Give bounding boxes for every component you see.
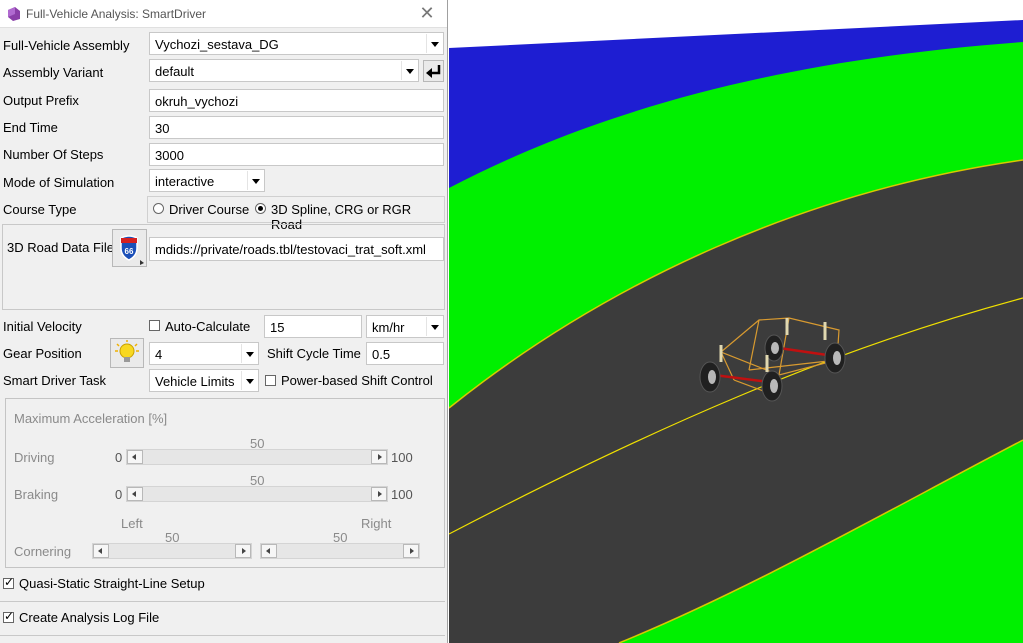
variant-value: default bbox=[155, 64, 195, 79]
initial-velocity-input[interactable]: 15 bbox=[264, 315, 362, 338]
gear-value: 4 bbox=[155, 347, 163, 362]
initial-velocity-row: Initial Velocity Auto-Calculate 15 km/hr bbox=[0, 313, 447, 340]
auto-calculate-checkbox[interactable] bbox=[149, 320, 160, 331]
chevron-down-icon[interactable] bbox=[247, 171, 263, 190]
browse-road-button[interactable]: 66 bbox=[112, 229, 147, 267]
cornering-right-label: Right bbox=[361, 516, 392, 531]
3d-viewport[interactable] bbox=[449, 0, 1023, 643]
task-row: Smart Driver Task Vehicle Limits Power-b… bbox=[0, 367, 447, 394]
slider-left-icon[interactable] bbox=[93, 544, 109, 558]
close-icon[interactable]: ✕ bbox=[417, 3, 437, 24]
velocity-unit-value: km/hr bbox=[372, 320, 405, 335]
divider bbox=[0, 601, 445, 602]
mode-label: Mode of Simulation bbox=[3, 175, 115, 190]
variant-select[interactable]: default bbox=[149, 59, 419, 82]
assembly-value: Vychozi_sestava_DG bbox=[155, 37, 279, 52]
chevron-down-icon[interactable] bbox=[241, 371, 257, 390]
gear-label: Gear Position bbox=[3, 346, 82, 361]
task-select[interactable]: Vehicle Limits bbox=[149, 369, 259, 392]
slider-right-icon[interactable] bbox=[371, 487, 387, 501]
lightbulb-icon bbox=[115, 340, 139, 362]
variant-label: Assembly Variant bbox=[3, 65, 104, 80]
chevron-down-icon[interactable] bbox=[401, 61, 417, 80]
shift-cycle-label: Shift Cycle Time bbox=[267, 346, 361, 361]
braking-min: 0 bbox=[115, 487, 123, 502]
mode-row: Mode of Simulation interactive bbox=[0, 169, 447, 196]
log-file-label: Create Analysis Log File bbox=[19, 610, 160, 625]
variant-row: Assembly Variant default bbox=[0, 59, 447, 86]
cornering-left-slider[interactable] bbox=[92, 543, 252, 559]
chevron-down-icon[interactable] bbox=[241, 344, 257, 363]
slider-left-icon[interactable] bbox=[261, 544, 277, 558]
enter-button[interactable] bbox=[423, 60, 444, 82]
title-bar: Full-Vehicle Analysis: SmartDriver ✕ bbox=[0, 0, 447, 28]
velocity-unit-select[interactable]: km/hr bbox=[366, 315, 444, 338]
shift-cycle-input[interactable]: 0.5 bbox=[366, 342, 444, 365]
driving-slider[interactable] bbox=[126, 449, 388, 465]
end-time-label: End Time bbox=[3, 120, 58, 135]
chevron-down-icon[interactable] bbox=[426, 34, 442, 53]
braking-slider[interactable] bbox=[126, 486, 388, 502]
log-file-checkbox[interactable] bbox=[3, 609, 14, 623]
end-time-input[interactable]: 30 bbox=[149, 116, 444, 139]
cornering-right-slider[interactable] bbox=[260, 543, 420, 559]
course-type-group: Driver Course 3D Spline, CRG or RGR Road bbox=[147, 196, 445, 232]
braking-label: Braking bbox=[14, 487, 59, 502]
output-prefix-row: Output Prefix okruh_vychozi bbox=[0, 87, 447, 114]
max-accel-group: Maximum Acceleration [%] 50 Driving 0 10… bbox=[5, 398, 445, 568]
course-type-label: Course Type bbox=[3, 202, 77, 217]
task-label: Smart Driver Task bbox=[3, 373, 107, 388]
app-icon bbox=[8, 7, 20, 21]
output-prefix-label: Output Prefix bbox=[3, 93, 79, 108]
driving-label: Driving bbox=[14, 450, 55, 465]
driver-course-radio[interactable] bbox=[153, 203, 164, 214]
power-shift-label: Power-based Shift Control bbox=[281, 373, 433, 388]
steps-input[interactable]: 3000 bbox=[149, 143, 444, 166]
gear-help-button[interactable] bbox=[110, 338, 144, 368]
dialog-title: Full-Vehicle Analysis: SmartDriver bbox=[26, 7, 207, 21]
mode-value: interactive bbox=[155, 174, 215, 189]
quasi-static-label: Quasi-Static Straight-Line Setup bbox=[19, 576, 205, 591]
slider-right-icon[interactable] bbox=[403, 544, 419, 558]
initial-velocity-label: Initial Velocity bbox=[3, 319, 82, 334]
enter-arrow-icon bbox=[426, 65, 441, 78]
quasi-static-checkbox[interactable] bbox=[3, 575, 14, 589]
power-shift-checkbox[interactable] bbox=[265, 375, 276, 386]
max-accel-title: Maximum Acceleration [%] bbox=[14, 411, 168, 426]
svg-text:66: 66 bbox=[125, 247, 134, 256]
task-value: Vehicle Limits bbox=[155, 374, 235, 389]
braking-max: 100 bbox=[391, 487, 413, 502]
spline-road-radio[interactable] bbox=[255, 203, 266, 214]
steps-row: Number Of Steps 3000 bbox=[0, 141, 447, 168]
cornering-label: Cornering bbox=[14, 544, 72, 559]
slider-left-icon[interactable] bbox=[127, 487, 143, 501]
end-time-row: End Time 30 bbox=[0, 114, 447, 141]
course-type-row: Course Type Driver Course 3D Spline, CRG… bbox=[0, 196, 447, 232]
divider bbox=[0, 635, 445, 636]
smartdriver-dialog: Full-Vehicle Analysis: SmartDriver ✕ Ful… bbox=[0, 0, 448, 643]
interstate-shield-icon: 66 bbox=[120, 235, 144, 265]
gear-select[interactable]: 4 bbox=[149, 342, 259, 365]
gear-row: Gear Position 4 Shift Cycle Time 0.5 bbox=[0, 338, 447, 368]
slider-right-icon[interactable] bbox=[235, 544, 251, 558]
driving-min: 0 bbox=[115, 450, 123, 465]
assembly-select[interactable]: Vychozi_sestava_DG bbox=[149, 32, 444, 55]
road-file-group: 3D Road Data File 66 mdids://private/roa… bbox=[2, 224, 445, 310]
auto-calculate-label: Auto-Calculate bbox=[165, 319, 251, 334]
scene-canvas bbox=[449, 0, 1023, 643]
assembly-label: Full-Vehicle Assembly bbox=[3, 38, 130, 53]
cornering-left-label: Left bbox=[121, 516, 143, 531]
road-file-label: 3D Road Data File bbox=[7, 240, 114, 255]
driver-course-label: Driver Course bbox=[169, 202, 250, 217]
slider-left-icon[interactable] bbox=[127, 450, 143, 464]
chevron-down-icon[interactable] bbox=[426, 317, 442, 336]
road-file-input[interactable]: mdids://private/roads.tbl/testovaci_trat… bbox=[149, 237, 444, 261]
output-prefix-input[interactable]: okruh_vychozi bbox=[149, 89, 444, 112]
steps-label: Number Of Steps bbox=[3, 147, 104, 162]
slider-right-icon[interactable] bbox=[371, 450, 387, 464]
driving-max: 100 bbox=[391, 450, 413, 465]
assembly-row: Full-Vehicle Assembly Vychozi_sestava_DG bbox=[0, 32, 447, 59]
mode-select[interactable]: interactive bbox=[149, 169, 265, 192]
